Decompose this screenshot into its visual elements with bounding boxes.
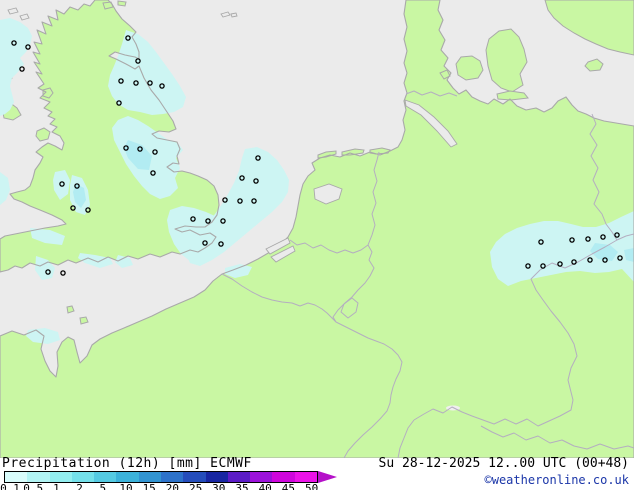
scale-swatch [206,472,228,482]
weather-map-screenshot: Precipitation (12h) [mm] ECMWF Su 28-12-… [0,0,634,490]
scale-tick-label: 10 [119,482,132,490]
scale-swatch [5,472,27,482]
scale-tick-label: 40 [259,482,272,490]
legend-title: Precipitation (12h) [mm] ECMWF [2,456,252,471]
island [118,1,126,6]
scale-swatch [94,472,116,482]
scale-swatch [272,472,294,482]
scale-swatch [183,472,205,482]
legend-bar: Precipitation (12h) [mm] ECMWF Su 28-12-… [0,458,634,490]
scale-tick-label: 2 [76,482,83,490]
legend-datetime: Su 28-12-2025 12..00 UTC (00+48) [379,456,629,471]
scale-swatch [27,472,49,482]
scale-tick-label: 20 [166,482,179,490]
scale-tick-label: 5 [99,482,106,490]
map-area [0,0,634,458]
scale-tick-label: 35 [235,482,248,490]
scale-swatch [72,472,94,482]
scale-swatch [50,472,72,482]
weather-map-svg [0,0,634,458]
small-island-outline [231,13,237,17]
scale-tick-label: 0.1 [0,482,20,490]
scale-tick-label: 0.5 [23,482,43,490]
scale-swatch [250,472,272,482]
scale-tick-labels: 0.10.5125101520253035404550 [4,482,334,490]
scale-swatch [139,472,161,482]
scale-swatch [228,472,250,482]
scale-swatch [295,472,317,482]
scale-tick-label: 25 [189,482,202,490]
scale-tick-label: 1 [53,482,60,490]
scale-tick-label: 30 [212,482,225,490]
scale-tick-label: 50 [305,482,318,490]
copyright-text: ©weatheronline.co.uk [485,473,630,487]
scale-tick-label: 45 [282,482,295,490]
scale-tick-label: 15 [143,482,156,490]
scale-swatch [161,472,183,482]
scale-swatch [116,472,138,482]
